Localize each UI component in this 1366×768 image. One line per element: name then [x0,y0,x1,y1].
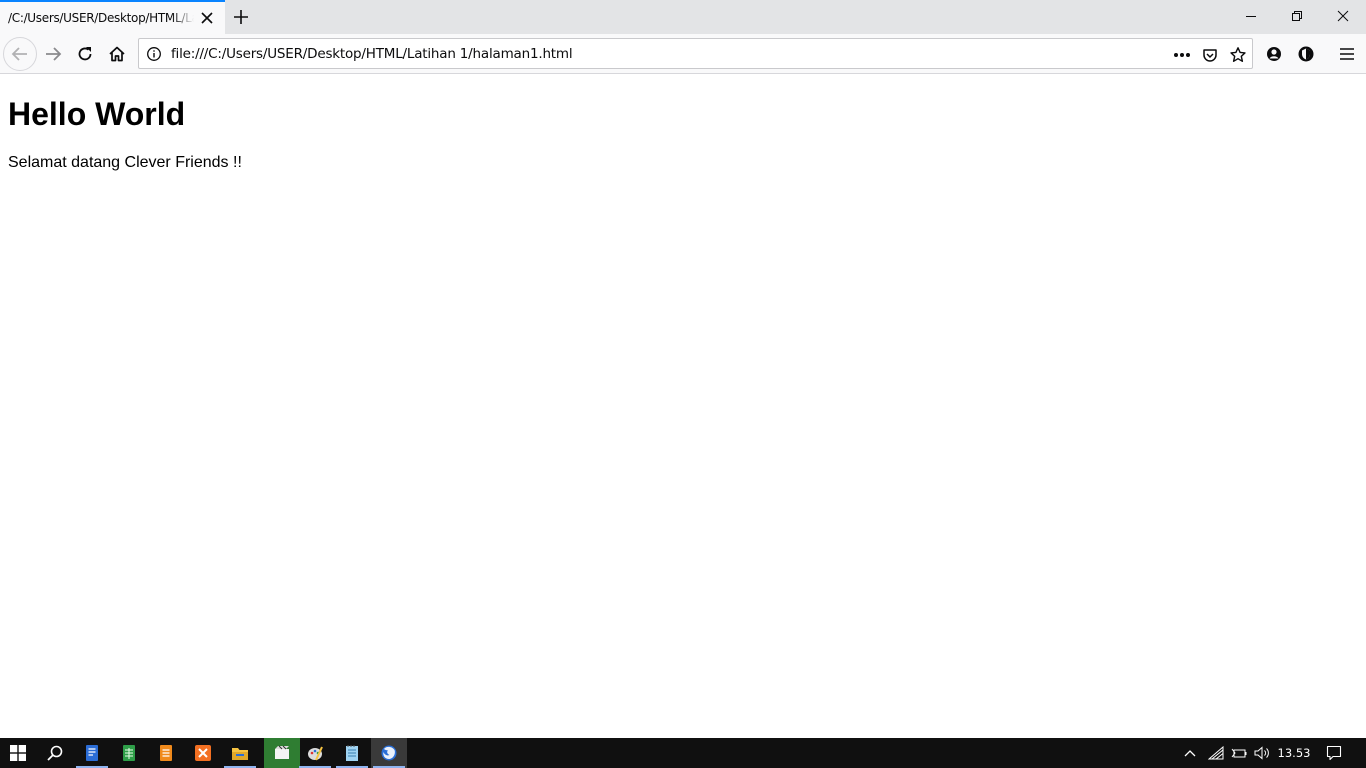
page-heading: Hello World [8,96,186,132]
taskbar-media[interactable] [264,738,300,768]
bookmark-star-icon[interactable] [1228,45,1248,65]
spreadsheet-icon [123,745,135,761]
new-tab-button[interactable] [229,5,253,29]
back-button[interactable] [3,37,37,71]
home-button[interactable] [101,38,133,70]
chevron-up-icon [1184,750,1196,757]
url-text[interactable]: file:///C:/Users/USER/Desktop/HTML/Latih… [171,46,573,62]
taskbar-clock[interactable]: 13.53 [1276,738,1312,768]
active-tab[interactable]: /C:/Users/USER/Desktop/HTML/Latihan 1/ha… [0,0,225,34]
restore-icon [1292,11,1302,21]
forward-arrow-icon [46,47,62,61]
paint-icon [308,746,323,761]
xampp-icon [195,745,211,761]
network-status[interactable] [1205,738,1227,768]
battery-status[interactable] [1228,738,1250,768]
account-button[interactable] [1262,42,1286,66]
notepad-icon [346,745,358,761]
tab-title: /C:/Users/USER/Desktop/HTML/Latihan 1/ha… [8,11,194,25]
volume-control[interactable] [1251,738,1273,768]
taskbar-firefox[interactable] [371,738,407,768]
wifi-icon [1208,746,1224,760]
extension-button[interactable] [1294,42,1318,66]
reload-icon [78,47,92,61]
volume-icon [1254,746,1269,760]
page-content: Hello World Selamat datang Clever Friend… [0,75,1366,738]
close-window-button[interactable] [1320,0,1366,32]
taskbar-spreadsheet[interactable] [111,738,147,768]
account-icon [1267,47,1281,61]
page-actions-icon[interactable] [1172,45,1192,65]
url-bar[interactable]: file:///C:/Users/USER/Desktop/HTML/Latih… [138,38,1253,69]
tab-bar: /C:/Users/USER/Desktop/HTML/Latihan 1/ha… [0,0,1366,34]
search-button[interactable] [37,738,73,768]
taskbar-document[interactable] [148,738,184,768]
search-icon [47,745,63,761]
menu-button[interactable] [1335,42,1359,66]
navigation-bar: file:///C:/Users/USER/Desktop/HTML/Latih… [0,34,1366,74]
taskbar-xampp[interactable] [185,738,221,768]
start-icon [10,745,26,761]
taskbar-word[interactable] [74,738,110,768]
shield-extension-icon [1298,46,1314,62]
taskbar-notepad[interactable] [334,738,370,768]
firefox-icon [381,745,397,761]
reload-button[interactable] [69,38,101,70]
battery-icon [1231,748,1247,758]
forward-button[interactable] [37,38,69,70]
action-center-button[interactable] [1322,738,1346,768]
file-explorer-icon [232,748,248,760]
document-icon [160,745,172,761]
home-icon [109,46,125,62]
show-hidden-icons[interactable] [1180,738,1200,768]
start-button[interactable] [0,738,36,768]
info-icon[interactable] [146,46,162,62]
minimize-icon [1246,16,1256,17]
minimize-button[interactable] [1228,0,1274,32]
notification-icon [1326,745,1342,761]
taskbar: 13.53 [0,738,1366,768]
word-icon [86,745,98,761]
taskbar-file-explorer[interactable] [222,738,258,768]
restore-button[interactable] [1274,0,1320,32]
hamburger-menu-icon [1340,48,1354,60]
plus-icon [234,10,248,24]
pocket-icon[interactable] [1200,45,1220,65]
media-icon [275,745,289,759]
close-tab-icon[interactable] [198,9,216,27]
taskbar-paint[interactable] [297,738,333,768]
page-paragraph: Selamat datang Clever Friends !! [8,154,242,171]
back-arrow-icon [11,47,27,61]
close-icon [1337,10,1349,22]
